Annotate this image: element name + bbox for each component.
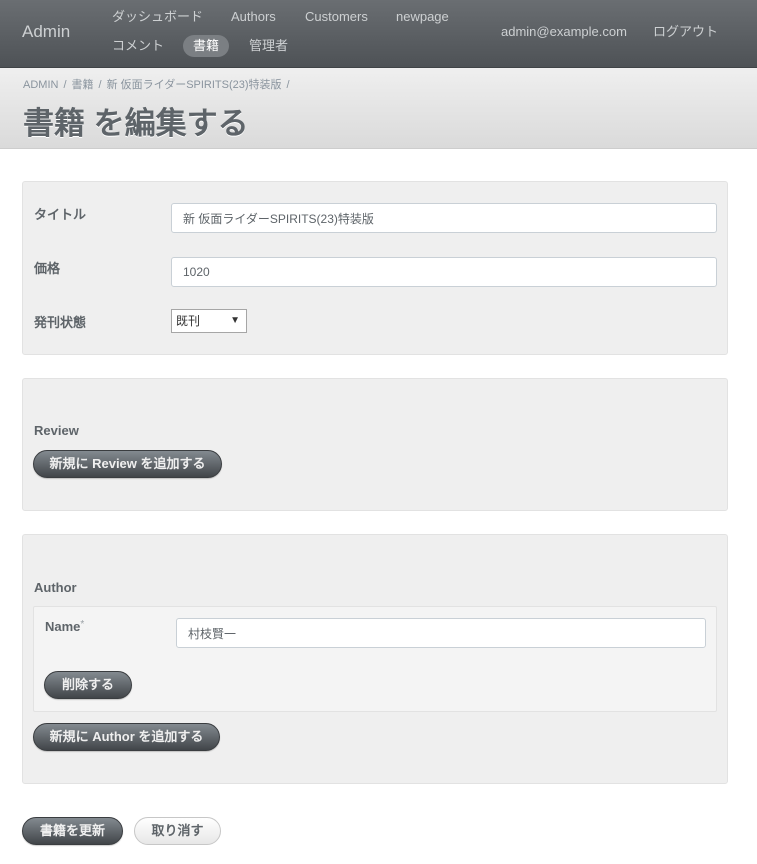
- page-title: 書籍 を編集する: [23, 106, 249, 141]
- add-author-button[interactable]: 新規に Author を追加する: [33, 723, 220, 751]
- breadcrumb: ADMIN / 書籍 / 新 仮面ライダーSPIRITS(23)特装版 /: [23, 76, 295, 92]
- delete-author-button[interactable]: 削除する: [44, 671, 132, 699]
- price-label: 価格: [34, 261, 61, 276]
- nav-item-dashboard[interactable]: ダッシュボード: [112, 6, 203, 28]
- top-header: Admin ダッシュボード Authors Customers newpage …: [0, 0, 757, 68]
- book-fields-panel: タイトル 価格 発刊状態 既刊 ▼: [22, 181, 728, 355]
- breadcrumb-current-book[interactable]: 新 仮面ライダーSPIRITS(23)特装版: [107, 79, 282, 91]
- nav-item-comments[interactable]: コメント: [112, 35, 164, 57]
- author-name-label-text: Name: [45, 619, 81, 634]
- nav-item-customers[interactable]: Customers: [305, 6, 368, 28]
- required-marker: *: [80, 619, 85, 630]
- breadcrumb-separator: /: [98, 79, 102, 91]
- nav-item-newpage[interactable]: newpage: [396, 6, 449, 28]
- author-name-input[interactable]: [176, 618, 706, 648]
- title-input[interactable]: [171, 203, 717, 233]
- logout-link[interactable]: ログアウト: [653, 21, 718, 43]
- author-heading: Author: [34, 580, 77, 595]
- nav-item-authors[interactable]: Authors: [231, 6, 276, 28]
- title-bar: ADMIN / 書籍 / 新 仮面ライダーSPIRITS(23)特装版 / 書籍 を編集す…: [0, 68, 757, 149]
- nav-item-admin-users[interactable]: 管理者: [249, 35, 288, 57]
- chevron-down-icon: ▼: [230, 315, 240, 326]
- status-label: 発刊状態: [34, 315, 87, 330]
- add-review-button[interactable]: 新規に Review を追加する: [33, 450, 222, 478]
- breadcrumb-separator: /: [63, 79, 67, 91]
- status-selected-value: 既刊: [176, 314, 201, 328]
- title-label: タイトル: [34, 207, 87, 222]
- cancel-button[interactable]: 取り消す: [134, 817, 221, 845]
- breadcrumb-admin[interactable]: ADMIN: [23, 79, 58, 91]
- author-entry: Name* 削除する: [33, 606, 717, 712]
- current-user-email[interactable]: admin@example.com: [501, 21, 627, 43]
- author-name-label: Name*: [45, 619, 84, 634]
- breadcrumb-books[interactable]: 書籍: [72, 79, 94, 91]
- status-select[interactable]: 既刊 ▼: [171, 309, 247, 333]
- site-brand[interactable]: Admin: [22, 22, 70, 42]
- review-heading: Review: [34, 423, 79, 438]
- breadcrumb-separator: /: [286, 79, 290, 91]
- author-panel: Author Name* 削除する 新規に Author を追加する: [22, 534, 728, 784]
- update-book-button[interactable]: 書籍を更新: [22, 817, 123, 845]
- review-panel: Review 新規に Review を追加する: [22, 378, 728, 511]
- nav-item-books[interactable]: 書籍: [183, 35, 230, 57]
- price-input[interactable]: [171, 257, 717, 287]
